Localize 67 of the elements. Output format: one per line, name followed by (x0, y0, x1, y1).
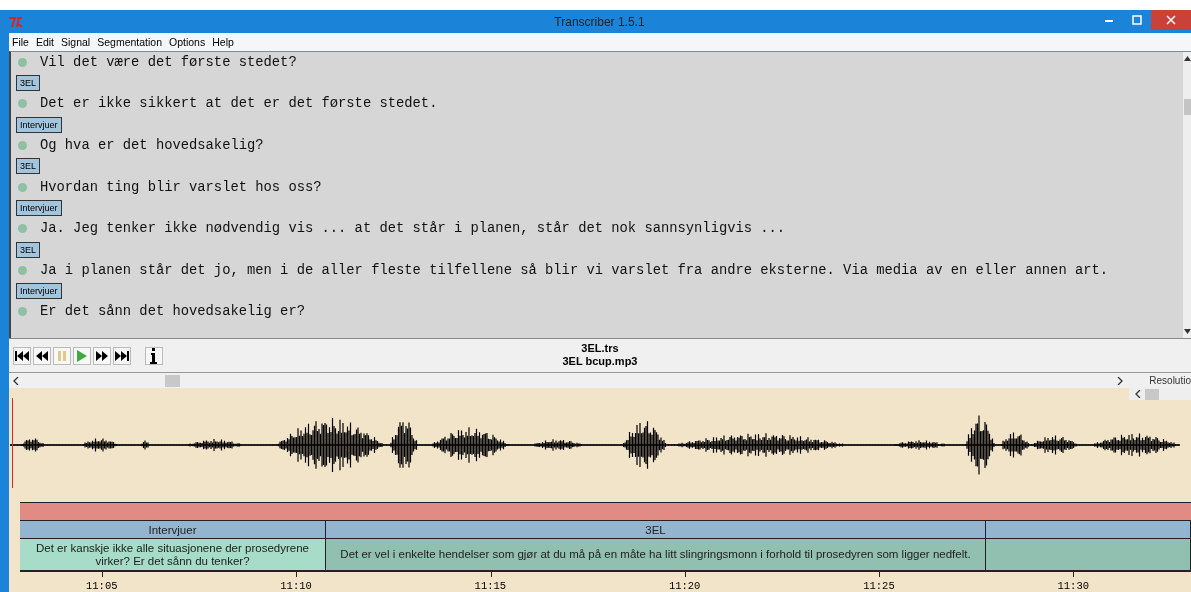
segment-dot-icon (18, 182, 27, 192)
skip-to-end-icon (115, 350, 129, 361)
scroll-right-icon (1117, 376, 1123, 385)
skip-to-start-button[interactable] (13, 346, 31, 365)
skip-to-start-icon (15, 350, 29, 361)
rewind-button[interactable] (33, 346, 51, 365)
section-bar[interactable] (20, 502, 1191, 521)
pause-icon (57, 350, 67, 361)
window-title: Transcriber 1.5.1 (553, 14, 646, 29)
rewind-icon (36, 350, 48, 361)
menu-item[interactable]: Segmentation (97, 36, 162, 48)
time-label: 11:10 (280, 580, 312, 592)
segment-dot-icon (18, 224, 27, 234)
scroll-left-icon (1135, 390, 1141, 398)
maximize-icon (1132, 15, 1142, 25)
segment-dot-icon (18, 57, 27, 67)
menu-item[interactable]: Edit (35, 36, 54, 48)
speaker-button[interactable]: Intervjuer (16, 199, 62, 216)
info-button[interactable] (145, 346, 163, 365)
speaker-button[interactable]: 3EL (16, 241, 40, 258)
menu-item[interactable]: Help (212, 36, 234, 48)
speaker-button[interactable]: Intervjuer (16, 116, 62, 133)
time-label: 11:25 (863, 580, 895, 592)
segment-dot-icon (18, 99, 27, 109)
text-segment[interactable]: Det er vel i enkelte hendelser som gjør at du må på en måte ha litt slingringsmonn i forhold til prosedyren som ligger nedfelt. (326, 539, 986, 571)
resolution-label: Resolutio (1149, 375, 1191, 386)
scrollbar-thumb[interactable] (1183, 99, 1191, 115)
speaker-segment[interactable]: Intervjuer (20, 521, 326, 539)
vertical-scrollbar[interactable] (1183, 52, 1191, 338)
time-label: 11:15 (474, 580, 507, 592)
transcript-line: Og hva er det hovedsakelig? (40, 138, 264, 154)
scroll-up-icon (1183, 56, 1191, 61)
feather-logo-icon (8, 15, 24, 28)
transcript-line: Hvordan ting blir varslet hos oss? (40, 179, 322, 195)
text-segment[interactable]: Det er kanskje ikke alle situasjonene der prosedyrene virker? Er det sånn du tenker? (20, 539, 326, 571)
speaker-segment[interactable]: 3EL (326, 521, 986, 539)
scroll-down-icon (1183, 329, 1191, 334)
speaker-button[interactable]: 3EL (16, 158, 40, 175)
speaker-button[interactable]: 3EL (16, 75, 40, 92)
menu-item[interactable]: File (12, 36, 29, 48)
play-icon (77, 349, 87, 362)
menu-item[interactable]: Signal (61, 36, 91, 48)
segment-dot-icon (18, 265, 27, 275)
file-name: 3EL.trs (581, 342, 619, 355)
transcript-line: Det er ikke sikkert at det er det første stedet. (40, 96, 438, 112)
transcript-line: Vil det være det første stedet? (40, 54, 297, 70)
transcript-line: Er det sånn det hovedsakelig er? (40, 304, 305, 320)
time-label: 11:30 (1057, 580, 1089, 592)
scrollbar-thumb[interactable] (1145, 388, 1159, 400)
fast-forward-button[interactable] (93, 346, 111, 365)
menu-item[interactable]: Options (169, 36, 206, 48)
info-icon (148, 347, 160, 364)
segment-dot-icon (18, 307, 27, 317)
scrollbar-thumb[interactable] (165, 374, 180, 387)
scroll-left-icon (13, 376, 19, 385)
skip-to-end-button[interactable] (113, 346, 131, 365)
resolution-scrollbar[interactable] (1129, 388, 1191, 400)
transcript-line: Ja. Jeg tenker ikke nødvendig vis ... at det står i planen, står det nok sannsynligvis ... (40, 221, 786, 237)
time-label: 11:05 (86, 580, 118, 592)
time-label: 11:20 (668, 580, 701, 592)
close-button[interactable] (1151, 10, 1191, 30)
file-name: 3EL bcup.mp3 (562, 355, 638, 368)
speaker-button[interactable]: Intervjuer (16, 283, 62, 300)
fast-forward-icon (96, 350, 108, 361)
close-icon (1166, 15, 1176, 25)
segment-dot-icon (18, 141, 27, 151)
transcript-line: Ja i planen står det jo, men i de aller fleste tilfellene så blir vi varslet fra andre eksterne. Via media av en eller annen art. (40, 262, 1109, 278)
